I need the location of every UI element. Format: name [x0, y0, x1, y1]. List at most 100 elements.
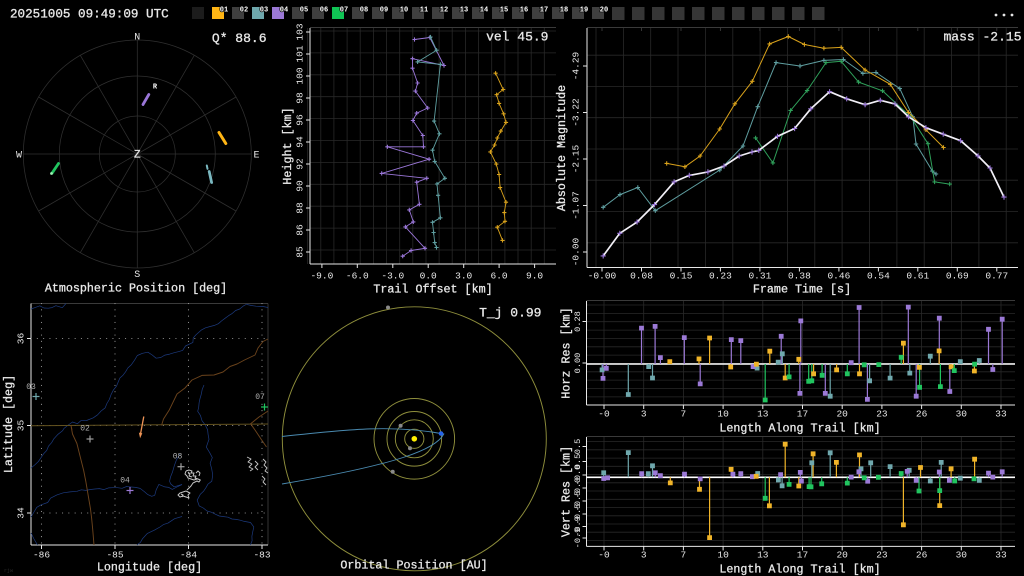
svg-text:Orbital Position [AU]: Orbital Position [AU]: [340, 559, 487, 573]
svg-text:-4.29: -4.29: [571, 51, 582, 80]
svg-text:92: 92: [295, 158, 306, 170]
svg-text:17: 17: [540, 7, 548, 15]
svg-text:86: 86: [295, 224, 306, 236]
svg-text:35: 35: [16, 420, 27, 432]
svg-text:04: 04: [120, 477, 130, 486]
svg-text:17: 17: [797, 550, 808, 561]
svg-text:13: 13: [460, 7, 468, 15]
svg-text:13: 13: [757, 550, 769, 561]
svg-text:Absolute Magnitude: Absolute Magnitude: [555, 85, 569, 211]
svg-text:-0.00: -0.00: [588, 271, 617, 282]
svg-text:0.23: 0.23: [709, 271, 732, 282]
svg-text:T_j 0.99: T_j 0.99: [479, 306, 541, 321]
svg-text:0.77: 0.77: [985, 271, 1008, 282]
svg-text:0.38: 0.38: [788, 271, 811, 282]
svg-text:0.61: 0.61: [906, 271, 929, 282]
svg-text:10: 10: [717, 550, 729, 561]
svg-text:3: 3: [641, 409, 647, 420]
svg-text:33: 33: [995, 409, 1007, 420]
svg-text:-6.0: -6.0: [346, 271, 369, 282]
svg-text:20: 20: [600, 7, 608, 15]
svg-text:17: 17: [797, 409, 808, 420]
svg-text:N: N: [134, 33, 140, 44]
svg-text:-0.9: -0.9: [573, 528, 583, 549]
svg-text:Z: Z: [134, 150, 141, 162]
svg-text:05: 05: [300, 7, 308, 15]
svg-text:08: 08: [173, 453, 183, 462]
svg-text:94: 94: [295, 136, 306, 148]
svg-text:16: 16: [520, 7, 528, 15]
svg-text:mass -2.15: mass -2.15: [943, 30, 1021, 45]
svg-text:85: 85: [295, 246, 306, 258]
svg-text:-83: -83: [253, 550, 270, 561]
svg-text:20251005 09:49:09 UTC: 20251005 09:49:09 UTC: [10, 8, 169, 22]
svg-text:Q* 88.6: Q* 88.6: [212, 31, 267, 46]
svg-text:3: 3: [641, 550, 647, 561]
svg-text:90: 90: [295, 180, 306, 192]
svg-text:Trail Offset [km]: Trail Offset [km]: [373, 283, 492, 297]
svg-text:W: W: [16, 151, 22, 162]
svg-text:98: 98: [295, 92, 306, 104]
svg-text:Height [km]: Height [km]: [281, 107, 295, 184]
svg-text:Length Along Trail [km]: Length Along Trail [km]: [719, 563, 880, 576]
svg-text:103: 103: [295, 23, 306, 40]
svg-text:88: 88: [295, 202, 306, 214]
svg-text:23: 23: [876, 550, 888, 561]
svg-text:-3.0: -3.0: [381, 271, 404, 282]
svg-text:0.0: 0.0: [420, 271, 437, 282]
svg-text:Latitude [deg]: Latitude [deg]: [2, 375, 16, 473]
svg-text:Horz Res [km]: Horz Res [km]: [560, 307, 574, 398]
svg-text:0.31: 0.31: [748, 271, 771, 282]
svg-text:E: E: [253, 151, 259, 162]
svg-text:03: 03: [260, 7, 268, 15]
svg-text:14: 14: [480, 7, 488, 15]
svg-text:Frame Time [s]: Frame Time [s]: [753, 283, 851, 297]
svg-text:-2.15: -2.15: [571, 144, 582, 173]
svg-text:10: 10: [400, 7, 408, 15]
svg-text:08: 08: [360, 7, 368, 15]
svg-text:19: 19: [580, 7, 588, 15]
svg-text:-0.00: -0.00: [571, 237, 582, 266]
svg-text:07: 07: [340, 7, 348, 15]
svg-text:100: 100: [295, 67, 306, 84]
svg-text:0.00: 0.00: [573, 353, 583, 374]
svg-text:6.0: 6.0: [491, 271, 508, 282]
svg-text:7: 7: [681, 409, 687, 420]
svg-text:15: 15: [500, 7, 508, 15]
svg-text:34: 34: [16, 507, 27, 519]
svg-text:30: 30: [956, 550, 968, 561]
svg-text:18: 18: [560, 7, 568, 15]
svg-text:20: 20: [836, 550, 848, 561]
svg-text:-9.0: -9.0: [310, 271, 333, 282]
svg-text:0.54: 0.54: [867, 271, 890, 282]
svg-text:11: 11: [420, 7, 428, 15]
svg-text:vel 45.9: vel 45.9: [486, 30, 548, 45]
svg-text:S: S: [134, 270, 140, 281]
svg-text:7: 7: [681, 550, 687, 561]
svg-text:-0: -0: [598, 550, 610, 561]
svg-text:9.0: 9.0: [526, 271, 543, 282]
svg-text:-1.07: -1.07: [571, 191, 582, 220]
svg-text:101: 101: [295, 45, 306, 62]
svg-text:0.15: 0.15: [670, 271, 693, 282]
svg-text:26: 26: [916, 550, 928, 561]
svg-text:-86: -86: [33, 550, 50, 561]
svg-text:36: 36: [16, 333, 27, 345]
svg-text:23: 23: [876, 409, 888, 420]
svg-text:-3.22: -3.22: [571, 98, 582, 127]
svg-text:07: 07: [255, 393, 265, 402]
svg-text:Vert Res [km]: Vert Res [km]: [560, 446, 574, 537]
svg-text:30: 30: [956, 409, 968, 420]
svg-text:Longitude [deg]: Longitude [deg]: [97, 561, 202, 575]
svg-text:-0: -0: [598, 409, 610, 420]
svg-text:96: 96: [295, 114, 306, 126]
svg-text:01: 01: [220, 7, 228, 15]
svg-text:26: 26: [916, 409, 928, 420]
svg-text:0.08: 0.08: [630, 271, 653, 282]
svg-text:12: 12: [440, 7, 448, 15]
svg-text:3.0: 3.0: [455, 271, 472, 282]
svg-text:20: 20: [836, 409, 848, 420]
svg-text:0.46: 0.46: [827, 271, 850, 282]
svg-text:03: 03: [26, 383, 36, 392]
svg-text:02: 02: [80, 425, 90, 434]
